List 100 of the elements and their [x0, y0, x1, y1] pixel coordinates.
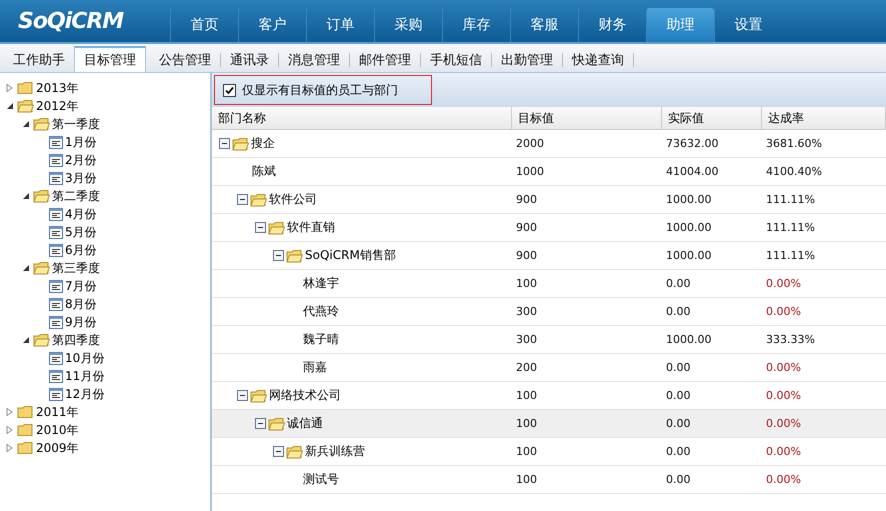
column-header: 目标值: [512, 107, 662, 130]
sub-tab[interactable]: 消息管理: [279, 48, 349, 72]
open-folder-icon: [17, 99, 34, 113]
department-name: 搜企: [251, 135, 275, 152]
table-cell: 100: [512, 410, 662, 438]
sub-tab[interactable]: 目标管理: [74, 46, 146, 72]
tree-item[interactable]: 第二季度: [52, 188, 100, 204]
folder-icon: [17, 441, 34, 455]
folder-icon: [17, 405, 34, 419]
open-folder-icon: [33, 189, 50, 203]
open-folder-icon: [33, 117, 50, 131]
sub-tab[interactable]: 工作助手: [4, 48, 74, 72]
column-header: 达成率: [762, 107, 886, 130]
open-folder-icon: [268, 416, 285, 430]
open-folder-icon: [232, 136, 249, 150]
department-name: 新兵训练营: [305, 443, 365, 460]
tree-item[interactable]: 2012年: [36, 98, 79, 114]
employee-name: 代燕玲: [303, 303, 339, 320]
tree-item[interactable]: 第一季度: [52, 116, 100, 132]
tree-item[interactable]: 2013年: [36, 80, 79, 96]
collapsed-arrow-icon[interactable]: [6, 444, 14, 452]
collapse-icon[interactable]: [237, 390, 248, 401]
expanded-arrow-icon[interactable]: [22, 192, 30, 200]
tree-item[interactable]: 第四季度: [52, 332, 100, 348]
document-icon: [49, 244, 63, 256]
collapse-icon[interactable]: [219, 138, 230, 149]
document-icon: [49, 280, 63, 292]
sub-tab[interactable]: 公告管理: [150, 48, 220, 72]
collapsed-arrow-icon[interactable]: [6, 408, 14, 416]
document-icon: [49, 370, 63, 382]
tree-item[interactable]: 11月份: [65, 368, 104, 384]
collapse-icon[interactable]: [255, 222, 266, 233]
open-folder-icon: [33, 261, 50, 275]
collapsed-arrow-icon[interactable]: [6, 84, 14, 92]
expanded-arrow-icon[interactable]: [22, 120, 30, 128]
tree-item[interactable]: 5月份: [65, 224, 97, 240]
document-icon: [49, 226, 63, 238]
employee-name: 陈斌: [252, 163, 276, 180]
collapse-icon[interactable]: [273, 250, 284, 261]
collapse-icon[interactable]: [273, 446, 284, 457]
open-folder-icon: [250, 192, 267, 206]
document-icon: [49, 154, 63, 166]
open-folder-icon: [286, 444, 303, 458]
department-name: 网络技术公司: [269, 387, 341, 404]
expanded-arrow-icon[interactable]: [6, 102, 14, 110]
document-icon: [49, 208, 63, 220]
logo: SoQiCRM: [17, 8, 125, 36]
employee-name: 测试号: [303, 471, 339, 488]
sub-tab[interactable]: 邮件管理: [350, 48, 420, 72]
document-icon: [49, 172, 63, 184]
employee-name: 魏子晴: [303, 331, 339, 348]
folder-icon: [17, 423, 34, 437]
department-name: 软件直销: [287, 219, 335, 236]
tree-item[interactable]: 9月份: [65, 314, 97, 330]
document-icon: [49, 316, 63, 328]
sub-tab[interactable]: 出勤管理: [492, 48, 562, 72]
tree-item[interactable]: 10月份: [65, 350, 104, 366]
document-icon: [49, 298, 63, 310]
table-cell: 0.00%: [762, 410, 886, 438]
employee-name: 林逢宇: [303, 275, 339, 292]
tree-item[interactable]: 7月份: [65, 278, 97, 294]
collapsed-arrow-icon[interactable]: [6, 426, 14, 434]
column-header: 实际值: [662, 107, 762, 130]
tree-item[interactable]: 2009年: [36, 440, 79, 456]
check-icon: [225, 86, 234, 94]
department-name: SoQiCRM销售部: [305, 247, 396, 264]
tree-item[interactable]: 2010年: [36, 422, 79, 438]
tree-item[interactable]: 第三季度: [52, 260, 100, 276]
sub-tab[interactable]: 通讯录: [221, 48, 278, 72]
table-cell: 0.00: [662, 410, 762, 438]
open-folder-icon: [33, 333, 50, 347]
open-folder-icon: [286, 248, 303, 262]
expanded-arrow-icon[interactable]: [22, 264, 30, 272]
collapse-icon[interactable]: [237, 194, 248, 205]
department-name: 诚信通: [287, 415, 323, 432]
open-folder-icon: [250, 388, 267, 402]
tree-item[interactable]: 1月份: [65, 134, 97, 150]
folder-icon: [17, 81, 34, 95]
open-folder-icon: [268, 220, 285, 234]
tree-item[interactable]: 12月份: [65, 386, 104, 402]
tree-item[interactable]: 3月份: [65, 170, 97, 186]
tree-item[interactable]: 2月份: [65, 152, 97, 168]
tree-item[interactable]: 4月份: [65, 206, 97, 222]
department-name: 软件公司: [269, 191, 317, 208]
sub-tab[interactable]: 手机短信: [421, 48, 491, 72]
collapse-icon[interactable]: [255, 418, 266, 429]
document-icon: [49, 352, 63, 364]
employee-name: 雨嘉: [303, 359, 327, 376]
sub-tab[interactable]: 快递查询: [563, 48, 633, 72]
checkbox[interactable]: [223, 84, 236, 96]
column-header: 部门名称: [212, 107, 512, 130]
expanded-arrow-icon[interactable]: [22, 336, 30, 344]
tree-item[interactable]: 2011年: [36, 404, 79, 420]
filter-label: 仅显示有目标值的员工与部门: [242, 82, 398, 98]
tree-item[interactable]: 8月份: [65, 296, 97, 312]
document-icon: [49, 136, 63, 148]
filter-checkbox[interactable]: 仅显示有目标值的员工与部门: [214, 75, 432, 105]
tree-item[interactable]: 6月份: [65, 242, 97, 258]
table-row[interactable]: 诚信通: [212, 410, 512, 438]
document-icon: [49, 388, 63, 400]
